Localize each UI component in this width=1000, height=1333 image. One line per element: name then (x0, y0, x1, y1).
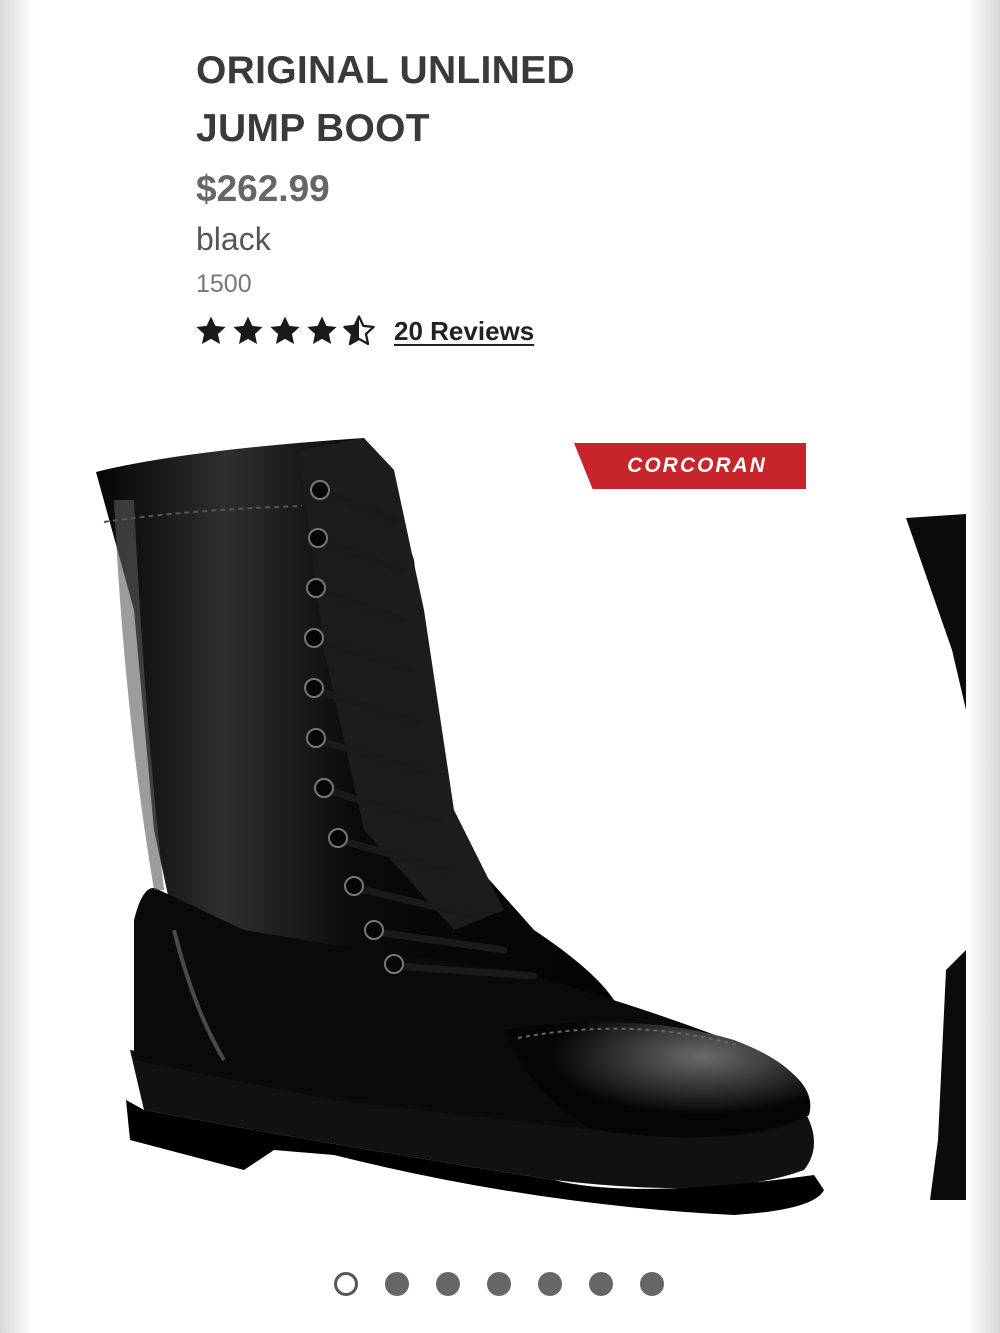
carousel-dot-5[interactable] (538, 1272, 562, 1296)
carousel-dot-3[interactable] (436, 1272, 460, 1296)
product-image-carousel[interactable]: CORCORAN (34, 410, 966, 1250)
product-sku: 1500 (196, 270, 252, 298)
left-page-edge (0, 0, 34, 1333)
carousel-dot-1[interactable] (334, 1272, 358, 1296)
product-price: $262.99 (196, 168, 330, 209)
carousel-pagination (334, 1272, 664, 1296)
carousel-dot-6[interactable] (589, 1272, 613, 1296)
brand-logo: CORCORAN (574, 443, 806, 489)
star-full-icon (270, 316, 300, 345)
product-info: ORIGINAL UNLINED JUMP BOOT $262.99 black… (196, 42, 816, 300)
star-full-icon (196, 316, 226, 345)
star-full-icon (233, 316, 263, 345)
star-rating[interactable] (194, 314, 376, 348)
product-title-line2: JUMP BOOT (196, 107, 430, 150)
product-color: black (196, 221, 271, 257)
star-half-icon (343, 315, 375, 346)
right-page-edge (966, 0, 1000, 1333)
star-full-icon (307, 316, 337, 345)
brand-logo-text: CORCORAN (627, 454, 767, 477)
carousel-dot-4[interactable] (487, 1272, 511, 1296)
carousel-dot-7[interactable] (640, 1272, 664, 1296)
reviews-link[interactable]: 20 Reviews (394, 316, 534, 347)
product-title: ORIGINAL UNLINED JUMP BOOT (196, 42, 816, 158)
carousel-dot-2[interactable] (385, 1272, 409, 1296)
boot-image (96, 438, 966, 1215)
next-boot-preview (906, 514, 966, 1200)
product-title-line1: ORIGINAL UNLINED (196, 49, 575, 92)
rating-row: 20 Reviews (194, 314, 534, 348)
